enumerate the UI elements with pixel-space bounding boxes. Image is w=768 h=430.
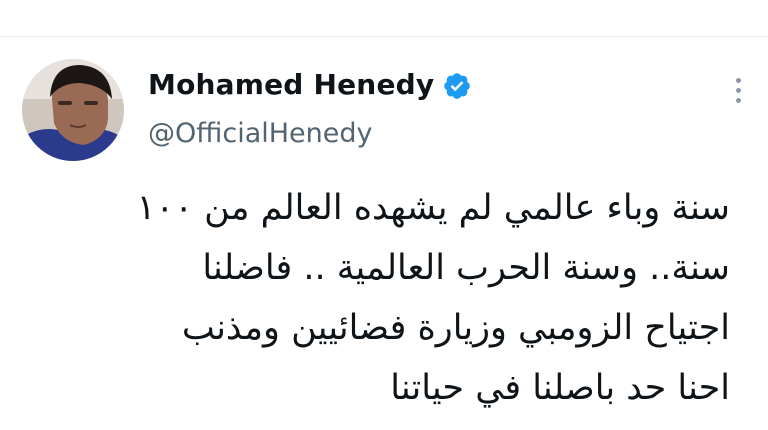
display-name[interactable]: Mohamed Henedy [148,68,472,101]
tweet-text: سنة وباء عالمي لم يشهده العالم من ١٠٠ سن… [30,178,730,418]
tweet-line-2: سنة.. وسنة الحرب العالمية .. فاضلنا [202,248,730,288]
tweet-line-4: احنا حد باصلنا في حياتنا [390,368,730,408]
tweet-line-1: سنة وباء عالمي لم يشهده العالم من ١٠٠ [136,188,730,228]
more-options-button[interactable] [725,74,753,108]
avatar-image [22,59,124,161]
verified-badge-icon [442,71,472,101]
display-name-text[interactable]: Mohamed Henedy [148,68,434,101]
avatar[interactable] [22,59,124,161]
top-divider [0,36,768,37]
tweet-line-3: اجتياح الزومبي وزيارة فضائيين ومذنب [181,308,730,348]
author-handle[interactable]: @OfficialHenedy [148,118,373,149]
